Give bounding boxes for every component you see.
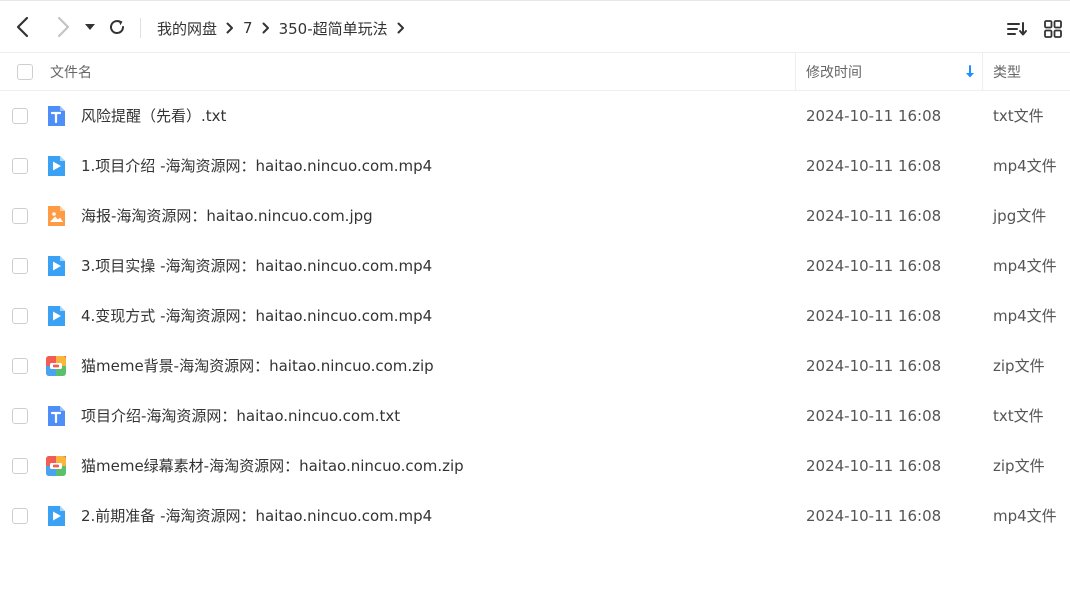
column-header-name[interactable]: 文件名	[50, 53, 92, 91]
file-row[interactable]: 项目介绍-海淘资源网：haitao.nincuo.com.txt 2024-10-…	[0, 391, 1070, 441]
chevron-right-icon	[262, 22, 270, 34]
grid-icon	[1044, 20, 1062, 38]
sort-button[interactable]	[1006, 19, 1028, 39]
modified-time: 2024-10-11 16:08	[806, 307, 942, 325]
select-all-cell	[17, 53, 33, 91]
breadcrumb-item-current[interactable]: 350-超简单玩法	[279, 18, 388, 39]
file-row[interactable]: 风险提醒（先看）.txt 2024-10-11 16:08 txt文件	[0, 91, 1070, 141]
row-checkbox[interactable]	[12, 258, 28, 274]
toolbar-divider	[140, 18, 141, 38]
file-name[interactable]: 1.项目介绍 -海淘资源网：haitao.nincuo.com.mp4	[81, 141, 432, 191]
modified-time: 2024-10-11 16:08	[806, 357, 942, 375]
file-type: zip文件	[993, 357, 1045, 375]
row-checkbox[interactable]	[12, 458, 28, 474]
video-file-icon	[45, 255, 67, 277]
modified-time: 2024-10-11 16:08	[806, 207, 942, 225]
file-name[interactable]: 海报-海淘资源网：haitao.nincuo.com.jpg	[81, 191, 373, 241]
chevron-left-icon	[16, 16, 29, 38]
file-name[interactable]: 项目介绍-海淘资源网：haitao.nincuo.com.txt	[81, 391, 400, 441]
toolbar: 我的网盘 7 350-超简单玩法	[0, 0, 1070, 53]
column-divider	[982, 53, 983, 91]
refresh-button[interactable]	[104, 14, 130, 40]
file-row[interactable]: 2.前期准备 -海淘资源网：haitao.nincuo.com.mp4 2024-…	[0, 491, 1070, 541]
video-file-icon	[45, 155, 67, 177]
sort-list-icon	[1007, 22, 1027, 36]
file-name[interactable]: 4.变现方式 -海淘资源网：haitao.nincuo.com.mp4	[81, 291, 432, 341]
file-row[interactable]: 猫meme绿幕素材-海淘资源网：haitao.nincuo.com.zip 202…	[0, 441, 1070, 491]
txt-file-icon	[45, 105, 67, 127]
modified-time: 2024-10-11 16:08	[806, 507, 942, 525]
row-checkbox[interactable]	[12, 308, 28, 324]
file-type: txt文件	[993, 407, 1044, 425]
file-list-header: 文件名 修改时间 类型	[0, 53, 1070, 91]
video-file-icon	[45, 305, 67, 327]
sort-descending-icon[interactable]	[964, 65, 976, 83]
modified-time: 2024-10-11 16:08	[806, 457, 942, 475]
modified-time: 2024-10-11 16:08	[806, 107, 942, 125]
txt-file-icon	[45, 405, 67, 427]
file-type: zip文件	[993, 457, 1045, 475]
file-row[interactable]: 4.变现方式 -海淘资源网：haitao.nincuo.com.mp4 2024-…	[0, 291, 1070, 341]
file-name[interactable]: 2.前期准备 -海淘资源网：haitao.nincuo.com.mp4	[81, 491, 432, 541]
file-type: mp4文件	[993, 257, 1057, 275]
forward-button[interactable]	[50, 14, 76, 40]
video-file-icon	[45, 505, 67, 527]
image-file-icon	[45, 205, 67, 227]
file-row[interactable]: 1.项目介绍 -海淘资源网：haitao.nincuo.com.mp4 2024-…	[0, 141, 1070, 191]
row-checkbox[interactable]	[12, 208, 28, 224]
row-checkbox[interactable]	[12, 108, 28, 124]
caret-down-icon	[85, 24, 95, 30]
file-list: 风险提醒（先看）.txt 2024-10-11 16:08 txt文件 1.项目介绍 …	[0, 91, 1070, 541]
row-checkbox[interactable]	[12, 158, 28, 174]
file-name[interactable]: 3.项目实操 -海淘资源网：haitao.nincuo.com.mp4	[81, 241, 432, 291]
breadcrumb-item-folder[interactable]: 7	[243, 19, 253, 37]
column-divider	[795, 53, 796, 91]
file-type: jpg文件	[993, 207, 1047, 225]
row-checkbox[interactable]	[12, 508, 28, 524]
file-type: mp4文件	[993, 507, 1057, 525]
zip-file-icon	[45, 455, 67, 477]
zip-file-icon	[45, 355, 67, 377]
column-header-type[interactable]: 类型	[993, 53, 1021, 91]
select-all-checkbox[interactable]	[17, 64, 33, 80]
row-checkbox[interactable]	[12, 408, 28, 424]
back-button[interactable]	[10, 14, 36, 40]
file-row[interactable]: 猫meme背景-海淘资源网：haitao.nincuo.com.zip 2024-…	[0, 341, 1070, 391]
chevron-right-icon	[57, 16, 70, 38]
chevron-right-icon	[226, 22, 234, 34]
chevron-right-icon	[397, 22, 405, 34]
refresh-icon	[110, 20, 125, 35]
history-dropdown-button[interactable]	[80, 14, 100, 40]
grid-view-button[interactable]	[1042, 19, 1064, 39]
row-checkbox[interactable]	[12, 358, 28, 374]
column-header-time[interactable]: 修改时间	[806, 53, 862, 91]
file-row[interactable]: 3.项目实操 -海淘资源网：haitao.nincuo.com.mp4 2024-…	[0, 241, 1070, 291]
file-name[interactable]: 风险提醒（先看）.txt	[81, 91, 226, 141]
modified-time: 2024-10-11 16:08	[806, 257, 942, 275]
file-type: mp4文件	[993, 157, 1057, 175]
breadcrumb-item-root[interactable]: 我的网盘	[157, 18, 217, 39]
file-name[interactable]: 猫meme背景-海淘资源网：haitao.nincuo.com.zip	[81, 341, 434, 391]
file-type: txt文件	[993, 107, 1044, 125]
modified-time: 2024-10-11 16:08	[806, 407, 942, 425]
breadcrumb: 我的网盘 7 350-超简单玩法	[157, 16, 414, 40]
file-type: mp4文件	[993, 307, 1057, 325]
file-name[interactable]: 猫meme绿幕素材-海淘资源网：haitao.nincuo.com.zip	[81, 441, 464, 491]
modified-time: 2024-10-11 16:08	[806, 157, 942, 175]
file-row[interactable]: 海报-海淘资源网：haitao.nincuo.com.jpg 2024-10-11…	[0, 191, 1070, 241]
